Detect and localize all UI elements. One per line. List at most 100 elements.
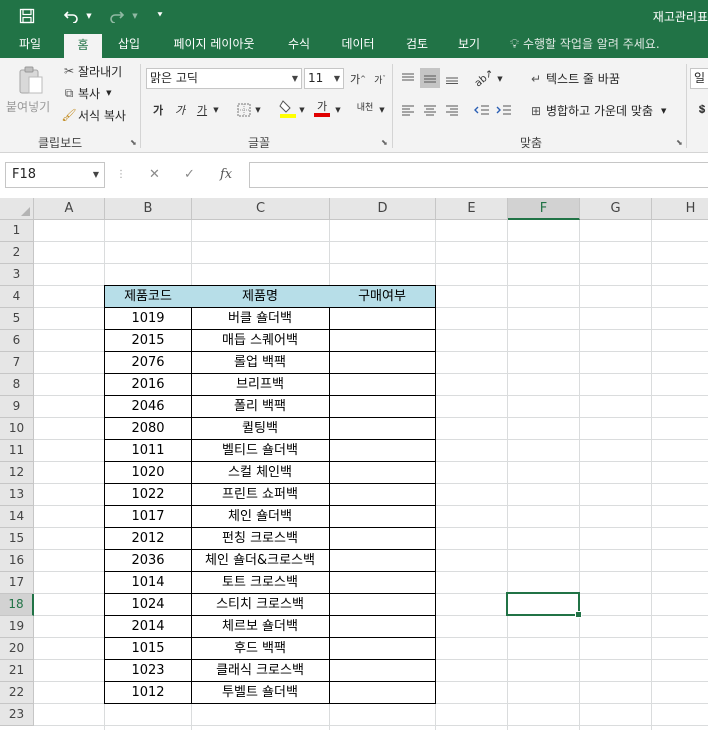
row-header-8[interactable]: 8 — [0, 374, 34, 396]
decrease-font-size-button[interactable]: 가ˇ — [370, 69, 390, 89]
table-cell-purchase[interactable] — [329, 374, 436, 396]
save-icon[interactable] — [14, 0, 40, 31]
table-cell-code[interactable]: 1024 — [104, 594, 192, 616]
row-header-7[interactable]: 7 — [0, 352, 34, 374]
format-painter-button[interactable]: 🖌︎ 서식 복사 — [60, 106, 126, 124]
table-cell-code[interactable]: 2016 — [104, 374, 192, 396]
active-cell-F18[interactable] — [506, 592, 582, 618]
row-header-2[interactable]: 2 — [0, 242, 34, 264]
row-header-3[interactable]: 3 — [0, 264, 34, 286]
decrease-indent-button[interactable] — [472, 100, 492, 120]
table-cell-code[interactable]: 2012 — [104, 528, 192, 550]
column-header-D[interactable]: D — [330, 198, 436, 220]
table-cell-name[interactable]: 버클 숄더백 — [191, 308, 330, 330]
redo-dropdown-icon[interactable]: ▼ — [130, 0, 140, 31]
table-cell-code[interactable]: 2046 — [104, 396, 192, 418]
table-cell-purchase[interactable] — [329, 572, 436, 594]
align-middle-button[interactable] — [420, 68, 440, 88]
phonetic-dropdown-icon[interactable]: ▼ — [376, 100, 388, 120]
row-header-15[interactable]: 15 — [0, 528, 34, 550]
orientation-button[interactable]: ab↗ — [472, 67, 495, 89]
cancel-icon[interactable]: ✕ — [149, 162, 160, 188]
table-cell-purchase[interactable] — [329, 484, 436, 506]
table-cell-name[interactable]: 스티치 크로스백 — [191, 594, 330, 616]
row-header-6[interactable]: 6 — [0, 330, 34, 352]
table-cell-code[interactable]: 1012 — [104, 682, 192, 704]
table-cell-purchase[interactable] — [329, 594, 436, 616]
orientation-dropdown-icon[interactable]: ▼ — [494, 69, 506, 89]
tab-file[interactable]: 파일 — [8, 31, 52, 58]
table-cell-name[interactable]: 후드 백팩 — [191, 638, 330, 660]
table-cell-code[interactable]: 1015 — [104, 638, 192, 660]
table-cell-name[interactable]: 벨티드 숄더백 — [191, 440, 330, 462]
cut-button[interactable]: ✂ 잘라내기 — [60, 62, 122, 80]
table-cell-name[interactable]: 펀칭 크로스백 — [191, 528, 330, 550]
table-cell-name[interactable]: 투벨트 숄더백 — [191, 682, 330, 704]
table-cell-code[interactable]: 1019 — [104, 308, 192, 330]
table-cell-name[interactable]: 체르보 숄더백 — [191, 616, 330, 638]
tell-me-box[interactable]: 💡︎ 수행할 작업을 알려 주세요. — [510, 31, 660, 58]
row-header-1[interactable]: 1 — [0, 220, 34, 242]
table-cell-name[interactable]: 퀼팅백 — [191, 418, 330, 440]
borders-dropdown-icon[interactable]: ▼ — [252, 100, 264, 120]
currency-icon[interactable]: 💲︎ — [692, 100, 708, 120]
row-header-9[interactable]: 9 — [0, 396, 34, 418]
formula-input[interactable] — [249, 162, 708, 188]
row-header-20[interactable]: 20 — [0, 638, 34, 660]
row-header-5[interactable]: 5 — [0, 308, 34, 330]
wrap-text-button[interactable]: ↵ 텍스트 줄 바꿈 — [526, 70, 620, 87]
table-cell-purchase[interactable] — [329, 462, 436, 484]
increase-indent-button[interactable] — [494, 100, 514, 120]
column-header-E[interactable]: E — [436, 198, 508, 220]
table-cell-purchase[interactable] — [329, 440, 436, 462]
row-header-10[interactable]: 10 — [0, 418, 34, 440]
column-header-C[interactable]: C — [192, 198, 330, 220]
table-header-cell[interactable]: 구매여부 — [329, 285, 436, 308]
column-header-F[interactable]: F — [508, 198, 580, 220]
table-cell-code[interactable]: 1022 — [104, 484, 192, 506]
table-cell-purchase[interactable] — [329, 638, 436, 660]
column-header-B[interactable]: B — [105, 198, 192, 220]
tab-review[interactable]: 검토 — [398, 31, 436, 58]
table-cell-purchase[interactable] — [329, 528, 436, 550]
table-cell-code[interactable]: 1011 — [104, 440, 192, 462]
table-cell-name[interactable]: 체인 숄더백 — [191, 506, 330, 528]
borders-button[interactable] — [234, 100, 254, 120]
table-cell-code[interactable]: 2014 — [104, 616, 192, 638]
tab-insert[interactable]: 삽입 — [110, 31, 148, 58]
italic-button[interactable]: 가 — [170, 100, 190, 120]
column-header-G[interactable]: G — [580, 198, 652, 220]
font-size-select[interactable]: 11 ▼ — [304, 68, 344, 89]
merge-center-button[interactable]: ⊞ 병합하고 가운데 맞춤 ▼ — [526, 102, 666, 119]
table-cell-code[interactable]: 1017 — [104, 506, 192, 528]
column-header-A[interactable]: A — [34, 198, 105, 220]
name-box[interactable]: F18 ▼ — [5, 162, 105, 188]
enter-icon[interactable]: ✓ — [184, 162, 195, 188]
row-header-21[interactable]: 21 — [0, 660, 34, 682]
table-cell-purchase[interactable] — [329, 396, 436, 418]
phonetic-button[interactable]: 내천 — [354, 98, 376, 118]
table-cell-code[interactable]: 1020 — [104, 462, 192, 484]
table-cell-purchase[interactable] — [329, 308, 436, 330]
tab-page-layout[interactable]: 페이지 레이아웃 — [162, 31, 266, 58]
font-launcher-icon[interactable]: ⬊ — [381, 138, 388, 147]
align-top-button[interactable] — [398, 68, 418, 88]
table-cell-code[interactable]: 2080 — [104, 418, 192, 440]
row-header-18[interactable]: 18 — [0, 594, 34, 616]
row-header-23[interactable]: 23 — [0, 704, 34, 726]
customize-quick-access-icon[interactable]: ⯆ — [152, 0, 168, 31]
row-header-14[interactable]: 14 — [0, 506, 34, 528]
row-header-11[interactable]: 11 — [0, 440, 34, 462]
table-cell-code[interactable]: 1023 — [104, 660, 192, 682]
fill-color-dropdown-icon[interactable]: ▼ — [296, 100, 308, 120]
clipboard-launcher-icon[interactable]: ⬊ — [130, 138, 137, 147]
paste-button[interactable]: 붙여넣기 — [6, 98, 50, 115]
table-cell-code[interactable]: 2076 — [104, 352, 192, 374]
paste-icon[interactable] — [14, 64, 48, 96]
table-cell-name[interactable]: 브리프백 — [191, 374, 330, 396]
underline-dropdown-icon[interactable]: ▼ — [210, 100, 222, 120]
table-cell-name[interactable]: 체인 숄더&크로스백 — [191, 550, 330, 572]
row-header-19[interactable]: 19 — [0, 616, 34, 638]
row-header-22[interactable]: 22 — [0, 682, 34, 704]
table-cell-code[interactable]: 2015 — [104, 330, 192, 352]
